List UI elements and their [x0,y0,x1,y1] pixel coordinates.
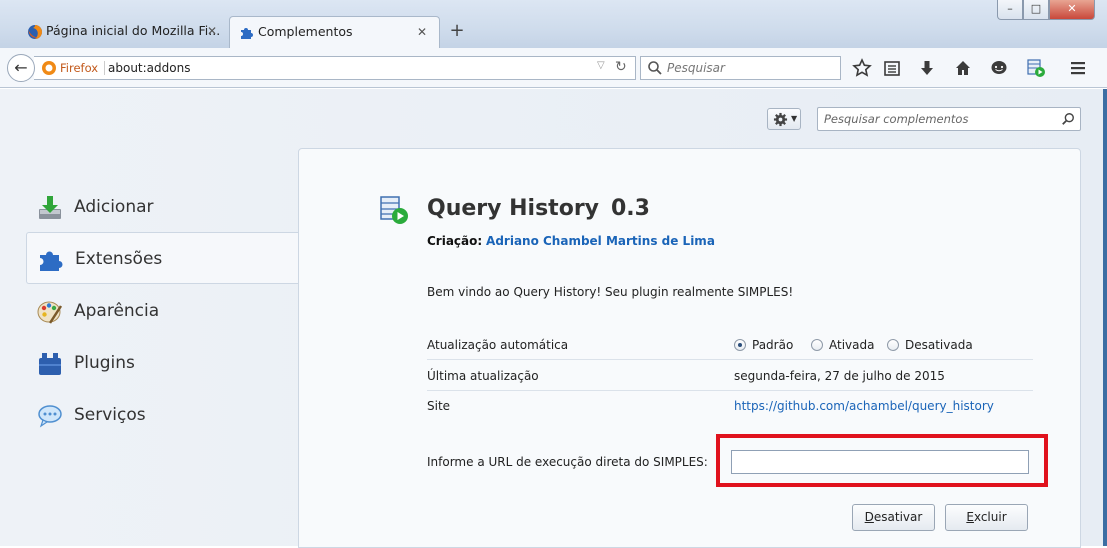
chevron-down-icon[interactable]: ▽ [597,60,605,71]
window-edge [1103,89,1107,546]
new-tab-button[interactable]: + [448,22,466,40]
identity-label[interactable]: Firefox [60,61,106,75]
puzzle-icon [241,28,253,39]
gear-icon [773,112,788,127]
last-update-label: Última atualização [427,369,539,383]
disable-button[interactable]: Desativar [852,504,935,531]
category-plugins[interactable]: Plugins [26,337,299,389]
menu-icon[interactable] [1068,58,1088,78]
button-accel-key: D [864,510,874,524]
tab-strip: Página inicial do Mozilla Fi... ✕ Comple… [0,0,1107,48]
site-link[interactable]: https://github.com/achambel/query_histor… [734,399,994,413]
category-label: Adicionar [74,197,154,217]
radio-label: Padrão [752,338,794,352]
addon-version: 0.3 [611,196,650,221]
close-tab-icon[interactable]: ✕ [206,25,218,37]
back-button[interactable]: ← [7,54,35,82]
remove-button[interactable]: Excluir [945,504,1028,531]
tab-mozilla-home[interactable]: Página inicial do Mozilla Fi... ✕ [18,16,228,48]
radio-label: Desativada [905,338,973,352]
addons-manager: ▼ Pesquisar complementos Adicionar Exten… [0,89,1103,548]
category-appearance[interactable]: Aparência [26,285,299,337]
tab-addons[interactable]: Complementos ✕ [229,16,440,48]
last-update-row: Última atualização segunda-feira, 27 de … [427,361,1033,391]
search-input[interactable]: Pesquisar [640,56,841,80]
firefox-icon [42,61,56,75]
query-history-icon [380,196,408,224]
palette-icon [37,301,63,324]
radio-default[interactable]: Padrão [734,338,793,352]
star-icon[interactable] [852,58,872,78]
url-bar[interactable]: Firefox about:addons ▽ ↻ [34,56,636,80]
button-accel-key: E [966,510,974,524]
addon-name: Query History [427,196,600,221]
chat-icon[interactable] [989,58,1009,78]
addons-search-placeholder: Pesquisar complementos [824,112,969,126]
radio-enabled[interactable]: Ativada [811,338,874,352]
puzzle-icon [40,251,63,271]
search-placeholder: Pesquisar [667,61,725,75]
minimize-button[interactable]: – [997,0,1023,20]
creator-link[interactable]: Adriano Chambel Martins de Lima [486,234,715,248]
auto-update-row: Atualização automática Padrão Ativada De… [427,330,1033,360]
category-label: Aparência [74,301,160,321]
home-icon[interactable] [953,58,973,78]
download-icon[interactable] [917,58,937,78]
category-label: Plugins [74,353,135,373]
plugin-icon [39,353,61,375]
radio-selected-icon [734,339,746,351]
highlight-annotation [716,434,1048,487]
category-services[interactable]: Serviços [26,389,299,441]
url-text[interactable]: about:addons [108,61,190,75]
reload-icon[interactable]: ↻ [615,59,627,75]
download-icon [39,196,61,219]
auto-update-label: Atualização automática [427,338,569,352]
chevron-down-icon: ▼ [791,114,798,123]
site-row: Site https://github.com/achambel/query_h… [427,391,1033,421]
last-update-value: segunda-feira, 27 de julho de 2015 [734,369,945,383]
maximize-button[interactable]: □ [1023,0,1049,20]
category-extensions[interactable]: Extensões [26,232,299,284]
bookmarks-list-icon[interactable] [882,58,902,78]
addon-creator: Criação: Adriano Chambel Martins de Lima [427,233,715,249]
addon-description: Bem vindo ao Query History! Seu plugin r… [427,285,794,299]
radio-icon [811,339,823,351]
firefox-icon [28,25,42,39]
addons-search-input[interactable]: Pesquisar complementos [817,107,1081,131]
url-pref-label: Informe a URL de execução direta do SIMP… [427,455,708,469]
site-label: Site [427,399,451,413]
close-window-button[interactable]: ✕ [1049,0,1095,20]
close-tab-icon[interactable]: ✕ [416,26,428,38]
radio-label: Ativada [829,338,875,352]
category-label: Serviços [74,405,146,425]
tab-title: Complementos [258,24,353,39]
navigation-toolbar: Firefox about:addons ▽ ↻ ← Pesquisar [0,48,1107,88]
creator-label: Criação: [427,234,483,248]
category-get-addons[interactable]: Adicionar [26,181,299,233]
radio-disabled[interactable]: Desativada [887,338,973,352]
tools-menu-button[interactable]: ▼ [767,108,801,130]
arrow-left-icon: ← [14,58,28,77]
category-label: Extensões [75,249,163,269]
tab-title: Página inicial do Mozilla Fi... [46,23,221,38]
radio-icon [887,339,899,351]
search-icon[interactable] [1061,112,1075,126]
chat-icon [38,405,62,428]
query-history-icon[interactable] [1026,58,1046,78]
addon-detail-panel: Query History 0.3 Criação: Adriano Chamb… [298,148,1081,548]
button-label-suffix: xcluir [973,510,1007,524]
button-label-suffix: esativar [873,510,923,524]
search-icon [648,61,662,75]
